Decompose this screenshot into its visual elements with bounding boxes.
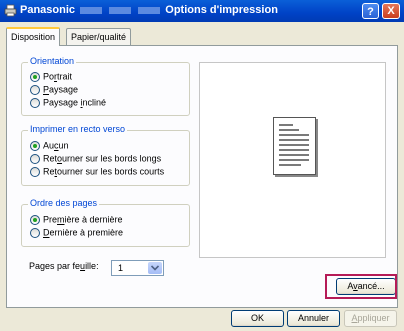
page-preview	[199, 62, 386, 258]
printer-icon	[4, 4, 17, 17]
tab-disposition[interactable]: Disposition	[6, 27, 61, 46]
preview-text-line	[279, 124, 293, 126]
chevron-down-icon	[151, 265, 159, 271]
title-text: Options d'impression	[165, 4, 278, 16]
preview-text-line	[279, 129, 299, 131]
radio-button[interactable]	[30, 153, 40, 164]
radio-button[interactable]	[30, 97, 40, 108]
redacted-block	[80, 6, 103, 14]
radio-button-selected[interactable]	[30, 214, 40, 225]
radio-button[interactable]	[30, 84, 40, 95]
radio-landscape[interactable]: Paysage	[30, 83, 78, 95]
orientation-label: Orientation	[28, 56, 77, 66]
redacted-block	[109, 6, 132, 14]
help-button[interactable]: ?	[362, 3, 379, 19]
pages-per-sheet-value: 1	[118, 263, 124, 273]
page-order-group: Ordre des pages Première à dernière Dern…	[21, 198, 190, 247]
preview-text-line	[279, 149, 309, 151]
title-brand: Panasonic	[20, 4, 76, 16]
radio-portrait[interactable]: Portrait	[30, 70, 72, 82]
page-preview-icon	[273, 117, 316, 175]
apply-button[interactable]: Appliquer	[344, 310, 397, 327]
preview-text-line	[279, 154, 309, 156]
ok-button[interactable]: OK	[231, 310, 284, 327]
title-bar: Panasonic Options d'impression ? X	[0, 0, 404, 22]
preview-text-line	[279, 139, 309, 141]
preview-text-line	[279, 164, 301, 166]
cancel-button[interactable]: Annuler	[287, 310, 340, 327]
pages-per-sheet-label: Pages par feuille:	[29, 261, 99, 271]
close-button[interactable]: X	[382, 3, 400, 19]
radio-button-selected[interactable]	[30, 71, 40, 82]
radio-duplex-long-edge[interactable]: Retourner sur les bords longs	[30, 152, 161, 164]
dropdown-arrow-button[interactable]	[148, 262, 162, 274]
highlight-box	[325, 274, 397, 299]
duplex-label: Imprimer en recto verso	[28, 124, 128, 134]
page-order-label: Ordre des pages	[28, 198, 100, 208]
duplex-group: Imprimer en recto verso Aucun Retourner …	[21, 124, 190, 186]
redacted-block	[138, 6, 161, 14]
radio-duplex-short-edge[interactable]: Retourner sur les bords courts	[30, 165, 164, 177]
print-options-dialog: Panasonic Options d'impression ? X Dispo…	[0, 0, 404, 331]
window-title: Panasonic Options d'impression	[20, 4, 278, 16]
radio-landscape-rotated[interactable]: Paysage incliné	[30, 96, 106, 108]
orientation-group: Orientation Portrait Paysage Paysage inc…	[21, 56, 190, 116]
radio-button[interactable]	[30, 166, 40, 177]
radio-first-to-last[interactable]: Première à dernière	[30, 213, 123, 225]
preview-text-line	[279, 144, 309, 146]
pages-per-sheet-select[interactable]: 1	[111, 260, 164, 276]
radio-button-selected[interactable]	[30, 140, 40, 151]
radio-duplex-none[interactable]: Aucun	[30, 139, 69, 151]
preview-text-line	[279, 134, 309, 136]
preview-text-line	[279, 159, 309, 161]
radio-button[interactable]	[30, 227, 40, 238]
tab-panel-disposition: Orientation Portrait Paysage Paysage inc…	[6, 45, 398, 308]
radio-last-to-first[interactable]: Dernière à première	[30, 226, 123, 238]
tab-paper-quality[interactable]: Papier/qualité	[66, 28, 132, 45]
